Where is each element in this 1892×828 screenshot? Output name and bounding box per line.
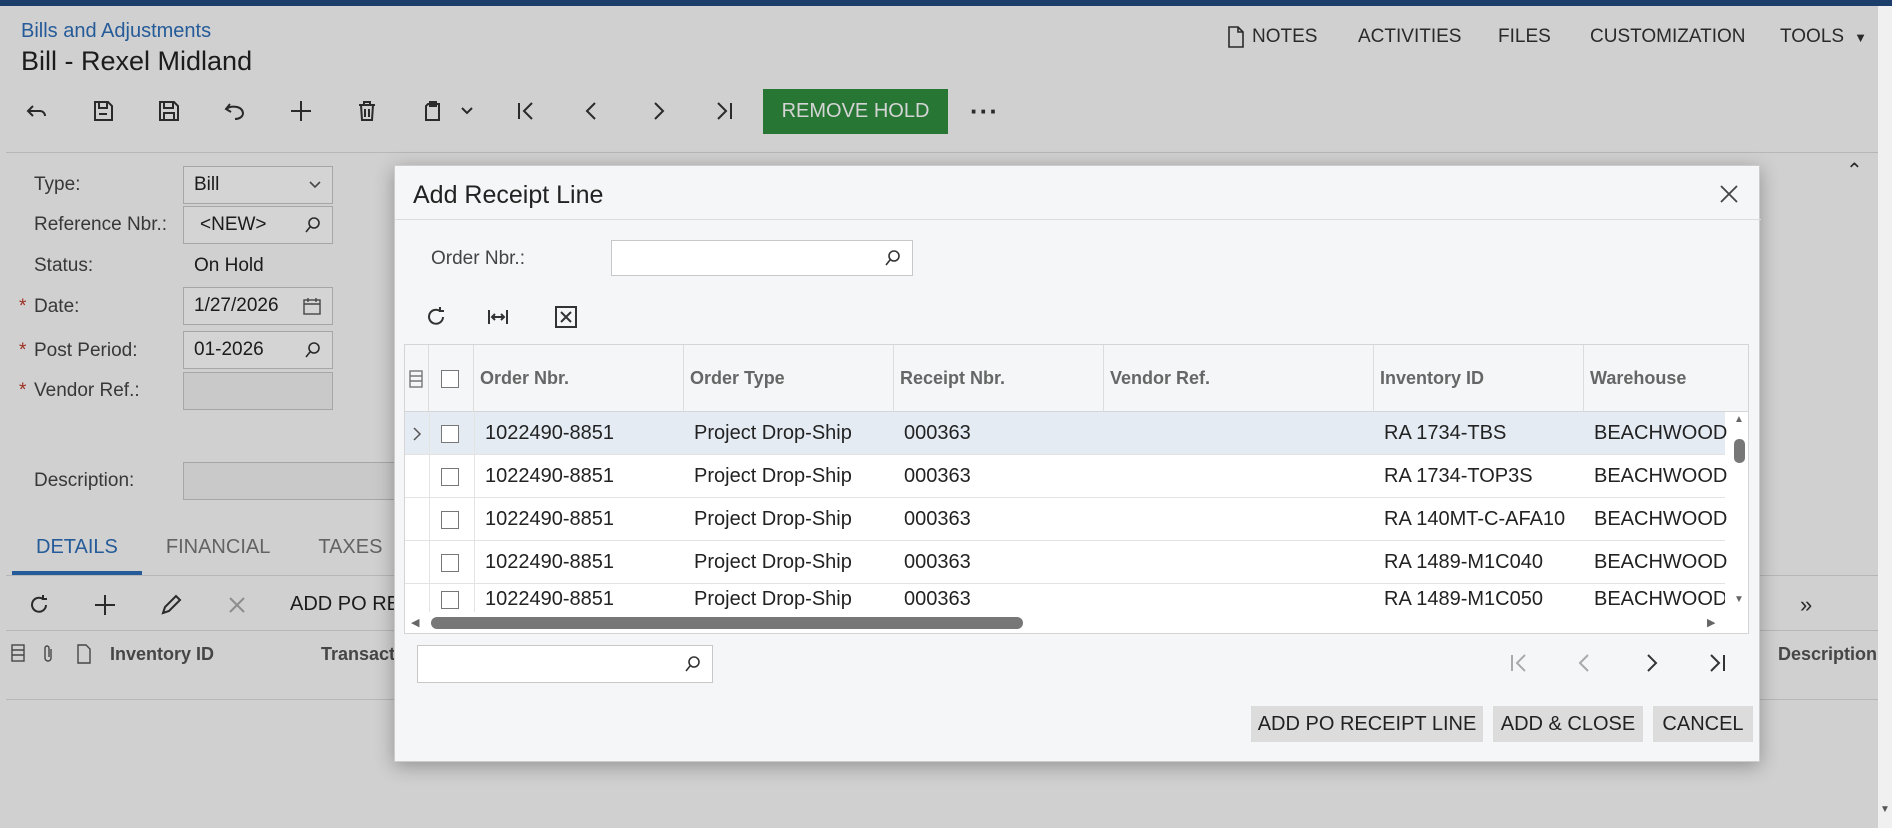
previous-page-icon[interactable] [1572,650,1598,682]
table-row[interactable]: 1022490-8851 Project Drop-Ship 000363 RA… [405,584,1725,612]
scrollbar-thumb[interactable] [431,617,1023,629]
add-receipt-line-dialog: Add Receipt Line Order Nbr.: Order Nbr. … [394,165,1761,762]
cell-inventory-id: RA 1734-TBS [1384,422,1507,444]
cell-receipt-nbr: 000363 [904,465,971,487]
close-icon[interactable] [1713,178,1745,210]
col-inventory-id[interactable]: Inventory ID [1374,345,1584,412]
row-checkbox[interactable] [441,584,459,612]
scroll-down-icon[interactable]: ▼ [1880,804,1890,815]
cancel-button[interactable]: CANCEL [1653,706,1753,742]
scroll-up-icon[interactable]: ▲ [1734,414,1744,425]
table-row[interactable]: 1022490-8851 Project Drop-Ship 000363 RA… [405,541,1728,584]
cell-receipt-nbr: 000363 [904,588,971,610]
cell-inventory-id: RA 1489-M1C050 [1384,588,1543,610]
scroll-right-icon[interactable]: ▶ [1707,616,1715,629]
cell-warehouse: BEACHWOOD [1594,508,1728,530]
cell-order-type: Project Drop-Ship [694,551,852,573]
cell-receipt-nbr: 000363 [904,422,971,444]
grid-search-input[interactable] [417,645,713,683]
refresh-icon[interactable] [421,302,451,332]
divider [474,412,475,612]
cell-receipt-nbr: 000363 [904,508,971,530]
order-nbr-input[interactable] [611,240,913,276]
next-page-icon[interactable] [1638,650,1664,682]
select-all-checkbox[interactable] [429,345,474,412]
dialog-divider [395,219,1761,220]
row-checkbox[interactable] [441,455,459,498]
add-and-close-button[interactable]: ADD & CLOSE [1493,706,1643,742]
cell-inventory-id: RA 140MT-C-AFA10 [1384,508,1566,530]
last-page-icon[interactable] [1704,650,1730,682]
first-page-icon[interactable] [1506,650,1532,682]
cell-order-nbr: 1022490-8851 [485,465,615,487]
row-checkbox[interactable] [441,541,459,584]
cell-warehouse: BEACHWOOD [1594,551,1728,573]
cell-order-nbr: 1022490-8851 [485,508,615,530]
dialog-title: Add Receipt Line [413,181,604,209]
cell-warehouse: BEACHWOOD [1594,422,1728,444]
table-row[interactable]: 1022490-8851 Project Drop-Ship 000363 RA… [405,498,1728,541]
row-checkbox[interactable] [441,498,459,541]
cell-warehouse: BEACHWOOD [1594,465,1728,487]
scroll-down-icon[interactable]: ▼ [1734,594,1744,605]
search-icon [685,656,700,672]
cell-inventory-id: RA 1734-TOP3S [1384,465,1533,487]
cell-receipt-nbr: 000363 [904,551,971,573]
scrollbar-thumb[interactable] [1734,439,1745,463]
page-scrollbar[interactable]: ▼ [1878,6,1892,828]
cell-warehouse: BEACHWOOD [1594,588,1725,610]
table-row[interactable]: 1022490-8851 Project Drop-Ship 000363 RA… [405,455,1728,498]
horizontal-scrollbar[interactable]: ◀ ▶ [405,612,1748,633]
cell-order-type: Project Drop-Ship [694,465,852,487]
grid-header: Order Nbr. Order Type Receipt Nbr. Vendo… [405,345,1748,412]
fit-columns-icon[interactable] [483,302,513,332]
scroll-left-icon[interactable]: ◀ [411,616,419,629]
col-order-type[interactable]: Order Type [684,345,894,412]
col-warehouse[interactable]: Warehouse [1584,345,1748,412]
row-settings-icon[interactable] [405,345,429,412]
cell-inventory-id: RA 1489-M1C040 [1384,551,1543,573]
cell-order-nbr: 1022490-8851 [485,588,615,610]
row-checkbox[interactable] [441,412,459,455]
table-row[interactable]: 1022490-8851 Project Drop-Ship 000363 RA… [405,412,1728,455]
col-vendor-ref[interactable]: Vendor Ref. [1104,345,1374,412]
cell-order-type: Project Drop-Ship [694,588,852,610]
export-excel-icon[interactable] [551,302,581,332]
search-icon [885,250,900,266]
cell-order-nbr: 1022490-8851 [485,422,615,444]
add-po-receipt-line-button[interactable]: ADD PO RECEIPT LINE [1251,706,1483,742]
cell-order-type: Project Drop-Ship [694,508,852,530]
cell-order-type: Project Drop-Ship [694,422,852,444]
divider [429,412,430,612]
order-nbr-label: Order Nbr.: [431,248,525,269]
row-expand-icon[interactable] [411,412,423,455]
col-receipt-nbr[interactable]: Receipt Nbr. [894,345,1104,412]
vertical-scrollbar[interactable]: ▲ ▼ [1729,412,1748,612]
receipt-lines-grid: Order Nbr. Order Type Receipt Nbr. Vendo… [404,344,1749,634]
cell-order-nbr: 1022490-8851 [485,551,615,573]
col-order-nbr[interactable]: Order Nbr. [474,345,684,412]
